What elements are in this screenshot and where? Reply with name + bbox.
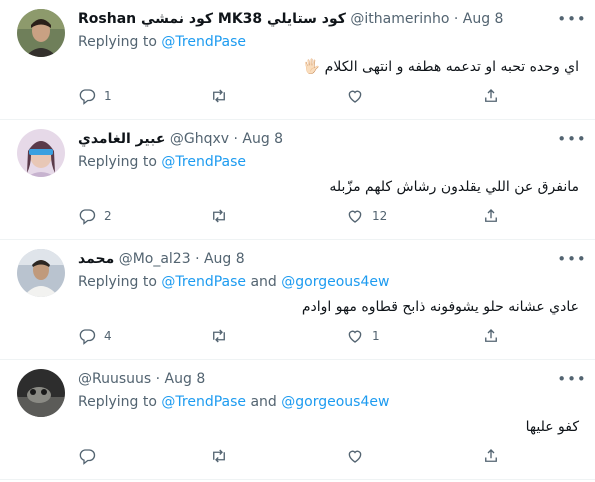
display-name[interactable]: عبير الغامدي <box>78 131 165 147</box>
tweet[interactable]: محمد @Mo_al23 · Aug 8 ••• Replying to @T… <box>0 240 595 360</box>
display-name[interactable]: محمد <box>78 251 114 267</box>
replying-joiner: and <box>250 274 277 290</box>
tweet-actions: 2 12 <box>70 205 510 227</box>
mention-link[interactable]: @TrendPase <box>161 34 246 50</box>
mention-link[interactable]: @TrendPase <box>161 394 246 410</box>
reply-count: 4 <box>104 329 112 343</box>
like-button[interactable]: 1 <box>346 325 380 347</box>
reply-icon <box>79 449 96 465</box>
like-button[interactable] <box>346 445 372 467</box>
like-button[interactable]: 12 <box>346 205 387 227</box>
separator-dot: · <box>155 371 161 387</box>
tweet-actions <box>70 445 510 467</box>
user-handle[interactable]: @Ghqxv <box>170 131 229 147</box>
like-icon <box>348 330 362 343</box>
reply-button[interactable]: 2 <box>78 205 112 227</box>
replying-to-label: Replying to <box>78 394 157 410</box>
separator-dot: · <box>233 131 238 147</box>
like-icon <box>348 90 362 103</box>
separator-dot: · <box>195 251 200 267</box>
more-icon[interactable]: ••• <box>557 370 586 388</box>
replying-to: Replying to @TrendPase and @gorgeous4ew <box>78 273 389 291</box>
avatar[interactable] <box>17 9 65 57</box>
like-count: 12 <box>372 209 388 223</box>
reply-count: 1 <box>104 89 112 103</box>
tweet-text: كفو عليها <box>525 419 579 435</box>
tweet[interactable]: @Ruusuus · Aug 8 ••• Replying to @TrendP… <box>0 360 595 480</box>
reply-icon <box>79 89 96 105</box>
tweet-header: عبير الغامدي @Ghqxv · Aug 8 <box>78 130 283 148</box>
user-handle[interactable]: @ithamerinho <box>350 11 449 27</box>
tweet-date[interactable]: Aug 8 <box>242 131 283 147</box>
retweet-icon <box>213 449 225 463</box>
mention-link[interactable]: @gorgeous4ew <box>281 274 389 290</box>
more-icon[interactable]: ••• <box>557 10 586 28</box>
avatar[interactable] <box>17 249 65 297</box>
share-button[interactable] <box>482 325 500 347</box>
mention-link[interactable]: @TrendPase <box>161 274 246 290</box>
mention-link[interactable]: @TrendPase <box>161 154 246 170</box>
like-count: 1 <box>372 329 380 343</box>
reply-button[interactable] <box>78 445 104 467</box>
tweet-header: Roshan كود نمشي MK38 كود ستايلي @ithamer… <box>78 10 503 28</box>
share-button[interactable] <box>482 205 500 227</box>
share-icon <box>485 449 497 462</box>
tweet-text: اي وحده تحبه او تدعمه هطفه و انتهى الكلا… <box>302 59 579 75</box>
replying-to-label: Replying to <box>78 274 157 290</box>
reply-button[interactable]: 4 <box>78 325 112 347</box>
reply-icon <box>79 209 96 225</box>
tweet[interactable]: عبير الغامدي @Ghqxv · Aug 8 ••• Replying… <box>0 120 595 240</box>
retweet-button[interactable] <box>210 205 236 227</box>
retweet-button[interactable] <box>210 445 236 467</box>
mention-link[interactable]: @gorgeous4ew <box>281 394 389 410</box>
tweet-actions: 1 <box>70 85 510 107</box>
replying-to: Replying to @TrendPase <box>78 153 246 171</box>
tweet-actions: 4 1 <box>70 325 510 347</box>
tweet[interactable]: Roshan كود نمشي MK38 كود ستايلي @ithamer… <box>0 0 595 120</box>
more-icon[interactable]: ••• <box>557 130 586 148</box>
share-button[interactable] <box>482 85 500 107</box>
retweet-icon <box>213 209 225 223</box>
reply-button[interactable]: 1 <box>78 85 112 107</box>
replying-to-label: Replying to <box>78 34 157 50</box>
tweet-header: محمد @Mo_al23 · Aug 8 <box>78 250 245 268</box>
replying-to: Replying to @TrendPase and @gorgeous4ew <box>78 393 389 411</box>
user-handle[interactable]: @Ruusuus <box>78 371 151 387</box>
separator-dot: · <box>453 11 459 27</box>
replying-joiner: and <box>250 394 277 410</box>
replying-to: Replying to @TrendPase <box>78 33 246 51</box>
user-handle[interactable]: @Mo_al23 <box>119 251 191 267</box>
like-button[interactable] <box>346 85 372 107</box>
share-icon <box>485 89 497 102</box>
tweet-header: @Ruusuus · Aug 8 <box>78 370 205 388</box>
retweet-button[interactable] <box>210 325 236 347</box>
like-icon <box>348 210 362 223</box>
share-icon <box>485 209 497 222</box>
tweet-date[interactable]: Aug 8 <box>463 11 504 27</box>
avatar[interactable] <box>17 129 65 177</box>
tweet-date[interactable]: Aug 8 <box>165 371 206 387</box>
replying-to-label: Replying to <box>78 154 157 170</box>
retweet-button[interactable] <box>210 85 236 107</box>
avatar[interactable] <box>17 369 65 417</box>
reply-icon <box>79 329 96 345</box>
display-name[interactable]: Roshan كود نمشي MK38 كود ستايلي <box>78 11 346 27</box>
more-icon[interactable]: ••• <box>557 250 586 268</box>
share-button[interactable] <box>482 445 500 467</box>
tweet-date[interactable]: Aug 8 <box>204 251 245 267</box>
tweet-text: مانفرق عن اللي يقلدون رشاش كلهم مزّبله <box>329 179 579 195</box>
tweet-text: عادي عشانه حلو يشوفونه ذابح قطاوه مهو او… <box>301 299 579 315</box>
like-icon <box>348 450 362 463</box>
retweet-icon <box>213 89 225 103</box>
reply-count: 2 <box>104 209 112 223</box>
retweet-icon <box>213 329 225 343</box>
share-icon <box>485 329 497 342</box>
